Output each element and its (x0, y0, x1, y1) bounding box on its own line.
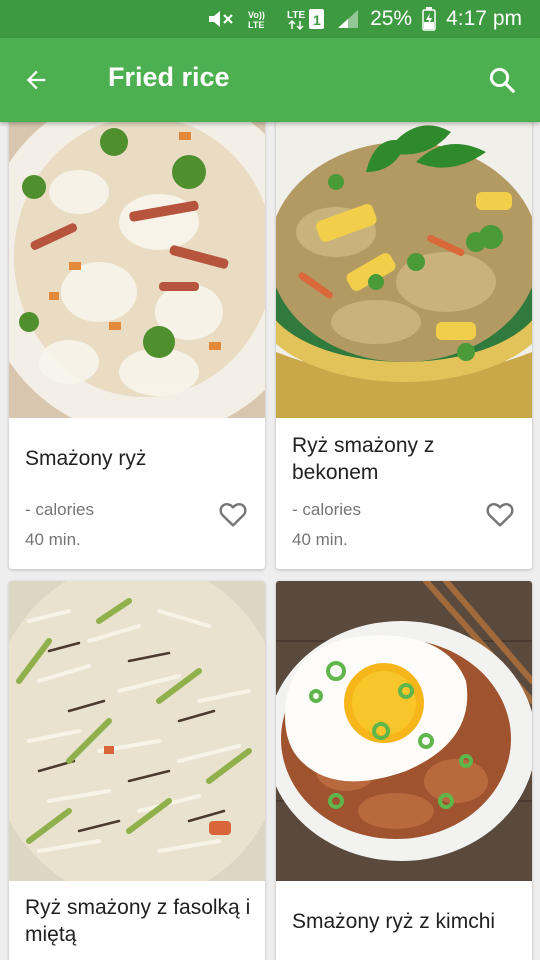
recipe-card[interactable]: Ryż smażony z fasolką i miętą (9, 581, 265, 960)
recipe-calories: - calories (292, 500, 361, 519)
recipe-photo (9, 122, 265, 418)
recipe-title: Smażony ryż (25, 447, 147, 470)
recipe-time: 40 min. (25, 530, 81, 549)
recipe-time: 40 min. (292, 530, 348, 549)
recipe-photo (9, 581, 265, 881)
battery-percent: 25% (370, 7, 413, 30)
clock: 4:17 pm (446, 7, 522, 30)
app-bar: Fried rice (0, 38, 540, 122)
recipe-photo (276, 581, 532, 881)
recipe-card[interactable]: Ryż smażony z bekonem - calories 40 min. (276, 122, 532, 569)
mute-icon (206, 8, 236, 30)
svg-text:LTE: LTE (287, 10, 305, 21)
svg-text:LTE: LTE (248, 20, 264, 30)
recipe-title: Ryż smażony z bekonem (292, 434, 435, 484)
recipe-title: Ryż smażony z fasolką i miętą (25, 896, 251, 946)
heart-outline-icon (219, 503, 247, 527)
page-title: Fried rice (108, 62, 230, 92)
favorite-button[interactable] (217, 498, 249, 530)
back-button[interactable] (16, 60, 56, 100)
search-icon (489, 67, 515, 93)
signal-icon (336, 8, 360, 30)
recipe-card[interactable]: Smażony ryż - calories 40 min. (9, 122, 265, 569)
recipe-calories: - calories (25, 500, 94, 519)
battery-charging-icon (422, 7, 436, 31)
recipe-card[interactable]: Smażony ryż z kimchi (276, 581, 532, 960)
recipe-photo (276, 122, 532, 418)
arrow-back-icon (26, 70, 46, 90)
svg-text:Vo)): Vo)) (248, 10, 265, 20)
recipe-grid: Smażony ryż - calories 40 min. Ryż smażo… (0, 122, 540, 960)
search-button[interactable] (482, 60, 522, 100)
status-bar: Vo)) LTE LTE 1 25% 4:17 pm (0, 0, 540, 38)
svg-text:1: 1 (313, 12, 321, 28)
lte-icon: LTE 1 (286, 7, 326, 31)
favorite-button[interactable] (484, 498, 516, 530)
volte-icon: Vo)) LTE (246, 8, 276, 30)
recipe-title: Smażony ryż z kimchi (292, 910, 496, 933)
heart-outline-icon (486, 503, 514, 527)
